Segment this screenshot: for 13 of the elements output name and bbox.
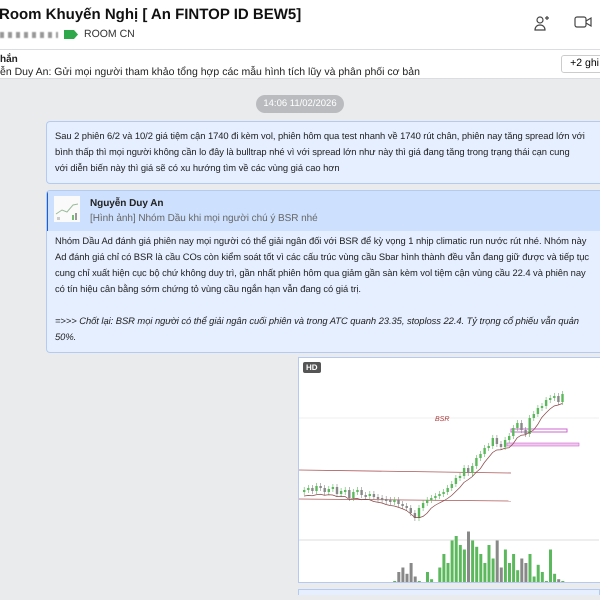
quote-text: [Hình ảnh] Nhóm Dầu khi mọi người chú ý BSR nhé <box>90 212 318 226</box>
conclusion-text: =>>> Chốt lại: BSR mọi người có thể giải ngân cuối phiên và trong ATC quanh 23.35, stoploss 22.4. Tỷ trọng cổ phiếu vẫn quản 50%. <box>55 314 580 344</box>
quote-author: Nguyễn Duy An <box>90 196 164 212</box>
hd-badge: HD <box>303 362 321 374</box>
more-pinned-button[interactable]: +2 ghi <box>561 55 600 73</box>
room-tag[interactable]: ROOM CN <box>84 27 135 43</box>
message-text: Sau 2 phiên 6/2 và 10/2 giá tiệm cận 1740 đi kèm vol, phiên hôm qua test nhanh về 1740 rút chân, phiên nay tăng spread lớn với bình thấp thì mọi người không cần lo đây là bulltrap nhé vì với spread lớn như này thì giá đang tăng trong trạng thái cạn cung với diễn biến này thì giá sẽ có xu hướng tìm về các vùng giá cao hơn <box>55 129 586 176</box>
quoted-message[interactable]: Nguyễn Duy An [Hình ảnh] Nhóm Dầu khi mọi người chú ý BSR nhé <box>47 191 600 232</box>
chat-title: Room Khuyến Nghị [ An FINTOP ID BEW5] <box>0 5 302 25</box>
pinned-label: hắn <box>0 52 18 66</box>
message-text: Nhóm Dầu Ad đánh giá phiên nay mọi người có thể giải ngân đối với BSR để kỳ vọng 1 nhịp climatic run nước rút nhé. Nhóm này Ad đánh giá chỉ có BSR là cầu COs còn kiểm soát tốt vì các cấu trúc vùng cầu Sbar hình thành đều vẫn đang giữ được và tiếp tục cung chỉ xuất hiện cục bộ chứ không duy trì, gần nhất phiên hôm qua giảm gần sàn kèm vol tiệm cận vùng cầu 22.4 và phiên nay có tín hiệu cân bằng sớm chứng tỏ vùng cầu ngắn hạn vẫn đang có giá trị. <box>55 234 590 296</box>
timestamp: 14:06 11/02/2026 <box>256 95 344 114</box>
pinned-message[interactable]: ễn Duy An: Gửi mọi người tham khảo tổng hợp các mẫu hình tích lũy và phân phối cơ bản <box>0 65 420 81</box>
